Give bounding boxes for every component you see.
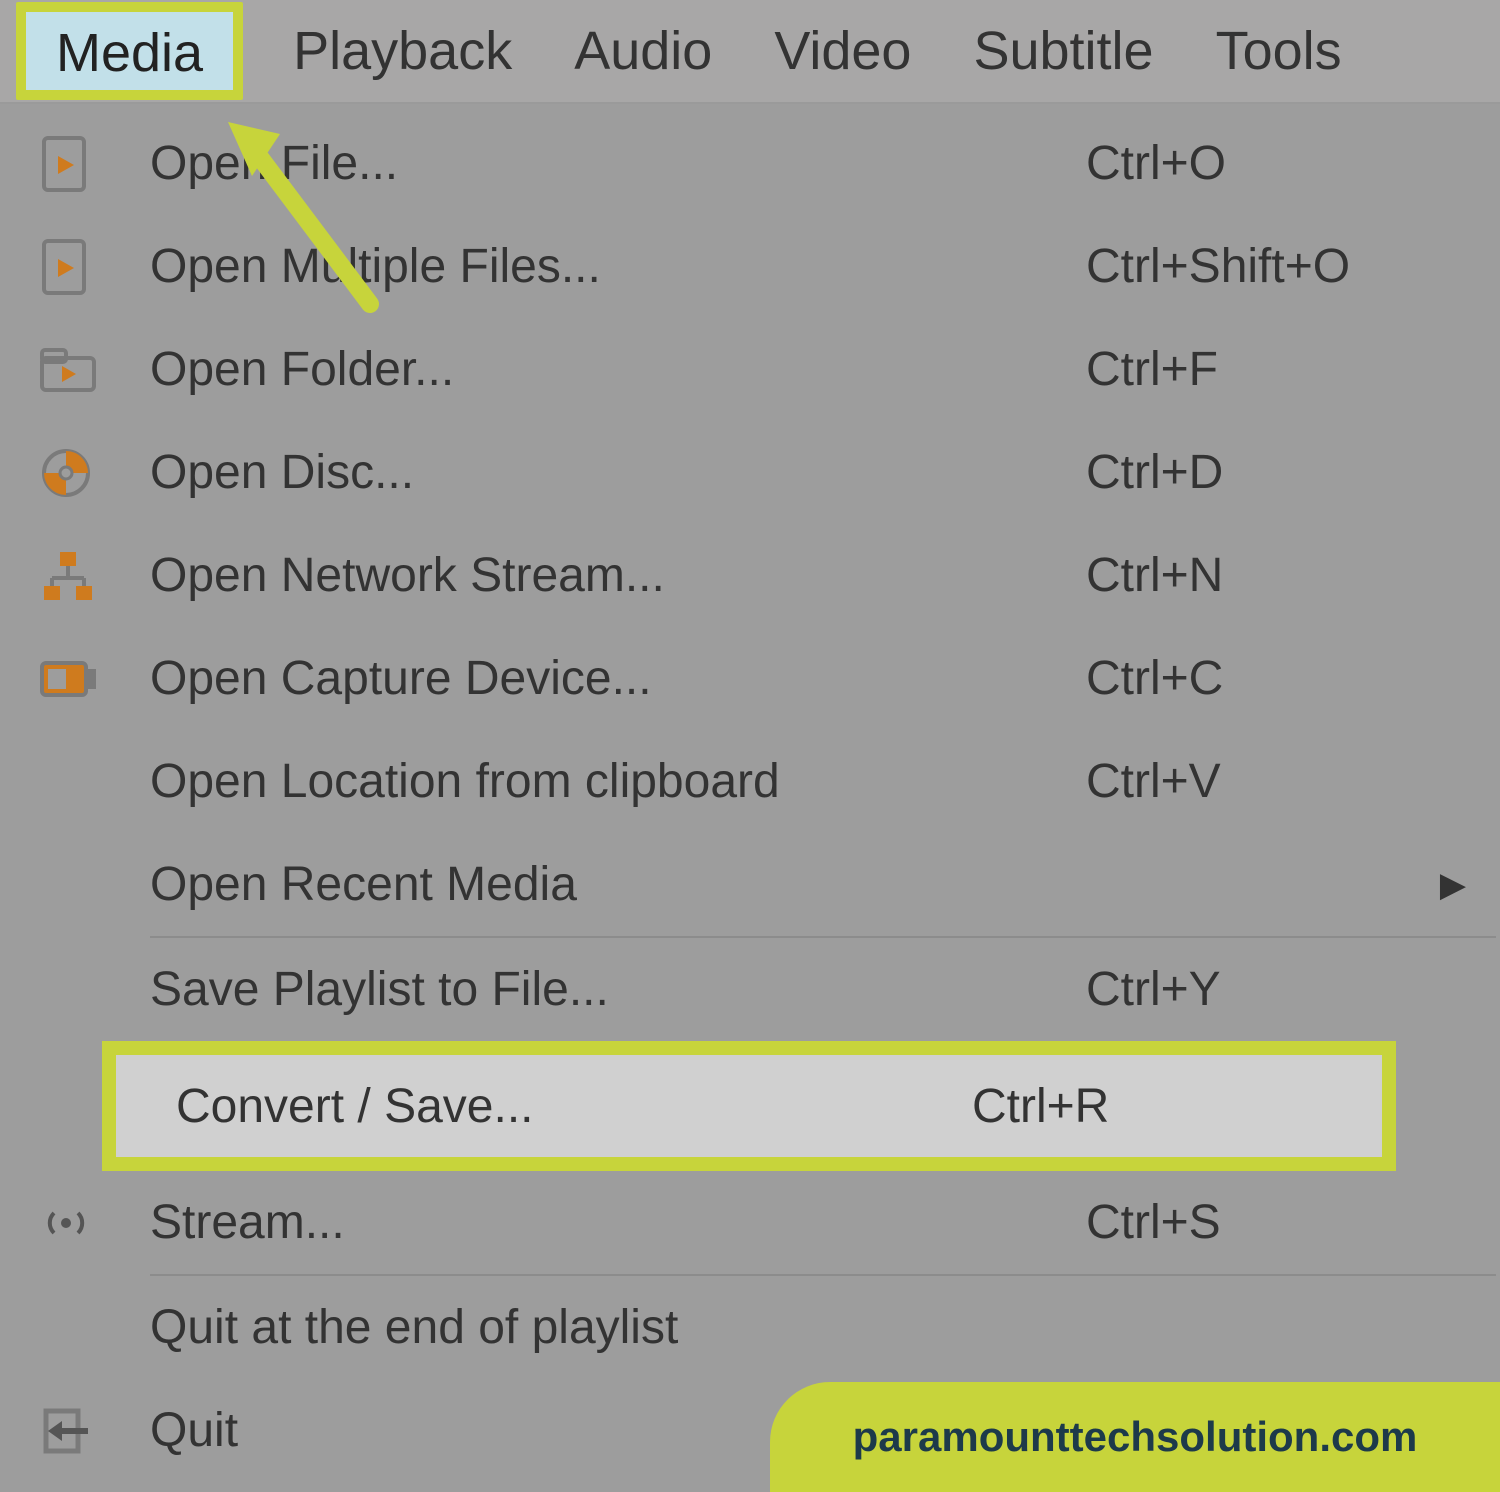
menu-item-label: Open Multiple Files... [150, 239, 1086, 294]
menu-open-multiple-files[interactable]: Open Multiple Files... Ctrl+Shift+O [6, 215, 1496, 318]
menu-item-label: Save Playlist to File... [150, 962, 1086, 1017]
menu-open-network-stream[interactable]: Open Network Stream... Ctrl+N [6, 524, 1496, 627]
disc-icon [40, 447, 150, 499]
quit-icon [40, 1407, 150, 1455]
menu-item-shortcut: Ctrl+V [1086, 754, 1466, 809]
menu-item-label: Quit at the end of playlist [150, 1300, 1086, 1355]
menu-item-label: Open Recent Media [150, 857, 1056, 912]
menu-item-label: Open Disc... [150, 445, 1086, 500]
menu-item-label: Open Location from clipboard [150, 754, 1086, 809]
submenu-arrow-icon: ▶ [1436, 865, 1466, 905]
menu-item-shortcut: Ctrl+Y [1086, 962, 1466, 1017]
menu-stream[interactable]: Stream... Ctrl+S [6, 1171, 1496, 1274]
menubar: Media Playback Audio Video Subtitle Tool… [0, 0, 1500, 104]
file-play-icon [40, 136, 150, 192]
menu-item-label: Open Folder... [150, 342, 1086, 397]
menu-item-shortcut: Ctrl+F [1086, 342, 1466, 397]
watermark-label: paramounttechsolution.com [770, 1382, 1500, 1492]
menu-quit-end-playlist[interactable]: Quit at the end of playlist [6, 1276, 1496, 1379]
menu-item-shortcut: Ctrl+N [1086, 548, 1466, 603]
menubar-item-media[interactable]: Media [16, 2, 243, 100]
menu-item-shortcut: Ctrl+R [972, 1079, 1352, 1134]
menu-open-folder[interactable]: Open Folder... Ctrl+F [6, 318, 1496, 421]
menu-open-capture-device[interactable]: Open Capture Device... Ctrl+C [6, 627, 1496, 730]
menu-open-location-clipboard[interactable]: Open Location from clipboard Ctrl+V [6, 730, 1496, 833]
capture-device-icon [40, 657, 150, 701]
menu-item-shortcut: Ctrl+Shift+O [1086, 239, 1466, 294]
menubar-item-audio[interactable]: Audio [572, 14, 714, 88]
menu-open-file[interactable]: Open File... Ctrl+O [6, 112, 1496, 215]
folder-play-icon [40, 348, 150, 392]
menu-open-disc[interactable]: Open Disc... Ctrl+D [6, 421, 1496, 524]
stream-icon [40, 1205, 150, 1241]
menu-item-label: Stream... [150, 1195, 1086, 1250]
menubar-item-subtitle[interactable]: Subtitle [971, 14, 1155, 88]
menubar-item-playback[interactable]: Playback [291, 14, 514, 88]
file-play-icon [40, 239, 150, 295]
menu-item-shortcut: Ctrl+C [1086, 651, 1466, 706]
menu-item-label: Convert / Save... [136, 1079, 972, 1134]
menu-convert-save[interactable]: Convert / Save... Ctrl+R [102, 1041, 1396, 1171]
menubar-item-video[interactable]: Video [772, 14, 913, 88]
menu-item-shortcut: Ctrl+D [1086, 445, 1466, 500]
network-icon [40, 550, 150, 602]
menu-item-label: Open Network Stream... [150, 548, 1086, 603]
menu-item-shortcut: Ctrl+S [1086, 1195, 1466, 1250]
menu-item-label: Open File... [150, 136, 1086, 191]
menu-open-recent-media[interactable]: Open Recent Media ▶ [6, 833, 1496, 936]
menu-item-label: Open Capture Device... [150, 651, 1086, 706]
menu-item-shortcut: Ctrl+O [1086, 136, 1466, 191]
menu-save-playlist[interactable]: Save Playlist to File... Ctrl+Y [6, 938, 1496, 1041]
media-menu-dropdown: Open File... Ctrl+O Open Multiple Files.… [6, 112, 1496, 1482]
menubar-item-tools[interactable]: Tools [1214, 14, 1344, 88]
